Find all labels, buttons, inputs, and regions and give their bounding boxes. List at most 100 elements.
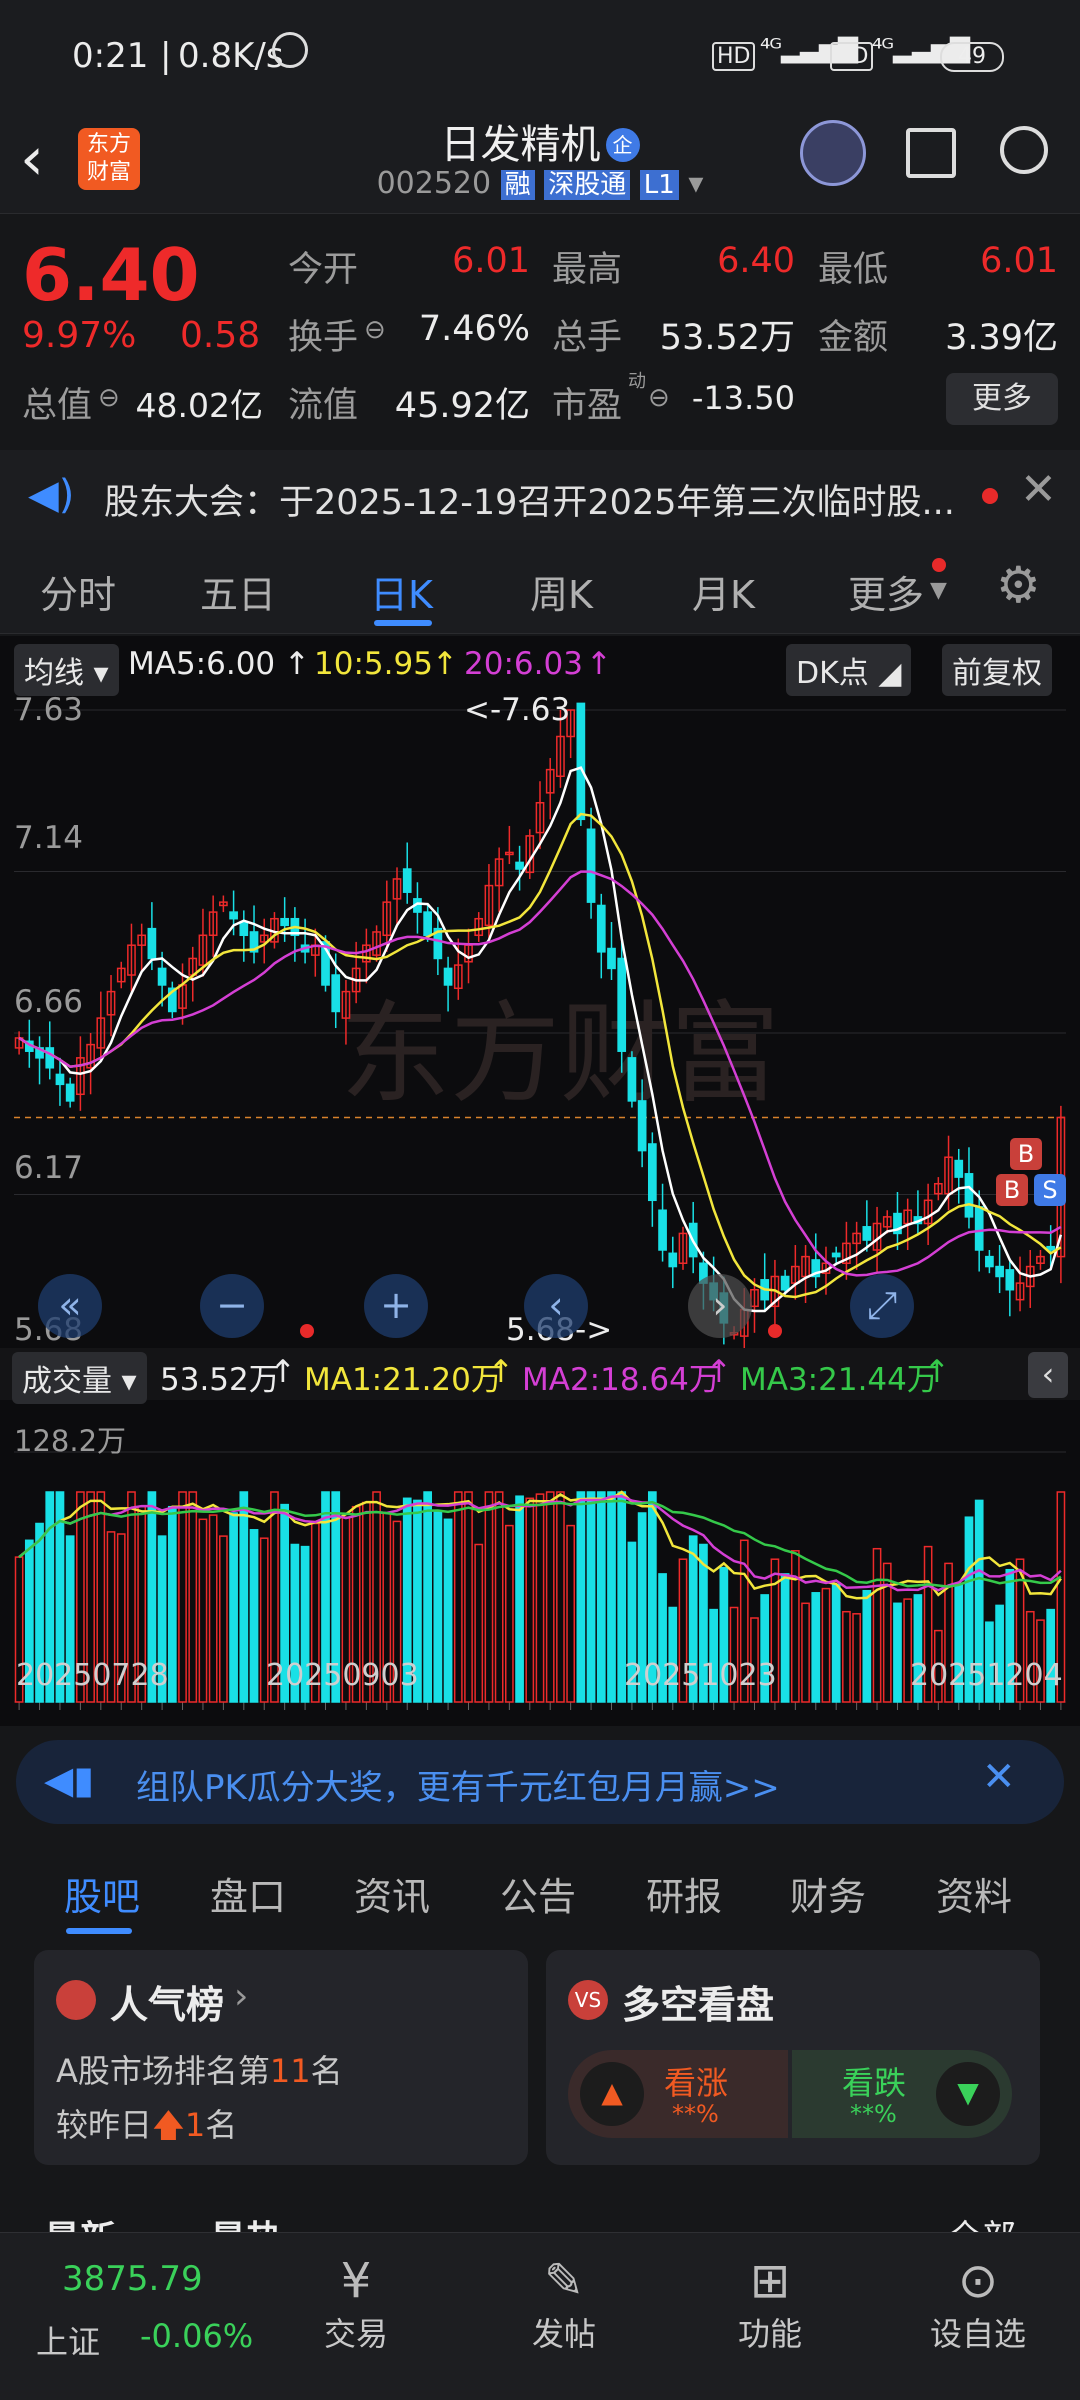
volume-bar bbox=[842, 1610, 851, 1703]
date-label-1: 20250728 bbox=[16, 1658, 169, 1693]
volume-bar bbox=[790, 1550, 800, 1703]
vs-icon: VS bbox=[568, 1980, 608, 2020]
volume-value: 53.52万 bbox=[659, 318, 795, 358]
nav-add-watchlist[interactable]: ⊙ 设自选 bbox=[908, 2253, 1048, 2355]
volume-bar bbox=[464, 1491, 473, 1703]
volume-bar bbox=[505, 1524, 514, 1703]
bear-label: 看跌 bbox=[842, 2064, 907, 2102]
candle bbox=[637, 1100, 647, 1152]
index-change[interactable]: -0.06% bbox=[140, 2317, 253, 2355]
volume-bar bbox=[852, 1613, 861, 1703]
dk-label: DK点 bbox=[796, 656, 869, 691]
volume-legend: 53.52万 bbox=[160, 1362, 280, 1398]
share-icon[interactable] bbox=[906, 128, 956, 178]
index-name[interactable]: 上证 bbox=[36, 2317, 100, 2363]
subtab-profile[interactable]: 资料 bbox=[936, 1866, 1012, 1921]
zoom-in-icon[interactable]: + bbox=[364, 1274, 428, 1338]
close-icon[interactable]: ✕ bbox=[1020, 464, 1057, 515]
tab-more[interactable]: 更多 bbox=[848, 564, 924, 619]
candle bbox=[668, 1252, 678, 1268]
price-axis-3: 6.66 bbox=[14, 984, 84, 1020]
volume-selector[interactable]: 成交量 ▾ bbox=[12, 1352, 147, 1404]
tab-monthly-k[interactable]: 月K bbox=[692, 564, 755, 619]
rank-line: A股市场排名第11名 bbox=[56, 2046, 343, 2092]
mktcap-value: 48.02亿 bbox=[135, 386, 263, 425]
ma-selector[interactable]: 均线 ▾ bbox=[14, 644, 119, 696]
scroll-right-icon[interactable]: › bbox=[688, 1274, 752, 1338]
scroll-left-fast-icon[interactable]: « bbox=[38, 1274, 102, 1338]
float-label: 流值 bbox=[288, 386, 359, 426]
stock-name: 日发精机 bbox=[440, 122, 601, 168]
bear-button[interactable]: 看跌 **% ▼ bbox=[792, 2050, 1012, 2138]
subtab-indicator bbox=[66, 1928, 132, 1934]
info-icon-3[interactable]: ⊖ bbox=[648, 383, 670, 413]
turnover-label: 换手 bbox=[288, 318, 359, 358]
adjust-button[interactable]: 前复权 bbox=[942, 644, 1052, 696]
zoom-out-icon[interactable]: − bbox=[200, 1274, 264, 1338]
settings-gear-icon[interactable]: ⚙ bbox=[996, 556, 1041, 614]
quote-panel: 6.40 9.97% 0.58 今开 6.01 最高 6.40 最低 6.01 … bbox=[0, 215, 1080, 445]
nav-post[interactable]: ✎ 发帖 bbox=[494, 2253, 634, 2355]
tab-daily-k[interactable]: 日K bbox=[370, 564, 433, 619]
nav-functions[interactable]: ⊞ 功能 bbox=[700, 2253, 840, 2355]
volume-bar bbox=[249, 1529, 259, 1703]
rank-suffix: 名 bbox=[310, 2052, 343, 2090]
candle bbox=[954, 1159, 964, 1178]
content-tabs: 股吧 盘口 资讯 公告 研报 财务 资料 bbox=[0, 1840, 1080, 1940]
sell-marker[interactable]: S bbox=[1034, 1174, 1066, 1206]
robot-assistant-icon[interactable] bbox=[800, 120, 866, 186]
subtab-research[interactable]: 研报 bbox=[646, 1866, 722, 1921]
subtab-financials[interactable]: 财务 bbox=[790, 1866, 866, 1921]
kline-chart-area[interactable]: 均线 ▾ MA5:6.00 ↑ 10:5.95 ↑ 20:6.03 ↑ DK点 … bbox=[0, 636, 1080, 1726]
low-value: 6.01 bbox=[980, 241, 1058, 281]
tab-weekly-k[interactable]: 周K bbox=[530, 564, 593, 619]
index-value[interactable]: 3875.79 bbox=[62, 2259, 203, 2299]
speaker-icon: ◀) bbox=[28, 472, 75, 518]
fullscreen-icon[interactable]: ⤢ bbox=[850, 1274, 914, 1338]
volume-bar bbox=[484, 1491, 494, 1703]
buy-marker-2[interactable]: B bbox=[996, 1174, 1028, 1206]
candle bbox=[576, 702, 586, 821]
subtab-announcements[interactable]: 公告 bbox=[500, 1866, 576, 1921]
candle bbox=[780, 1275, 790, 1291]
dropdown-icon[interactable]: ▾ bbox=[688, 166, 703, 201]
search-icon[interactable] bbox=[1000, 126, 1048, 174]
candle bbox=[423, 911, 433, 937]
tab-five-day[interactable]: 五日 bbox=[200, 564, 276, 619]
more-button[interactable]: 更多 bbox=[946, 373, 1058, 425]
dk-point-button[interactable]: DK点 ◢ bbox=[786, 644, 912, 696]
ma20-legend: 20:6.03 bbox=[464, 646, 583, 682]
nav-trade[interactable]: ¥ 交易 bbox=[286, 2253, 426, 2355]
scroll-left-icon[interactable]: ‹ bbox=[524, 1274, 588, 1338]
candle bbox=[239, 921, 249, 937]
info-icon[interactable]: ⊖ bbox=[364, 315, 386, 345]
promo-banner[interactable]: ◀▮ 组队PK瓜分大奖，更有千元红包月月赢>> ✕ bbox=[16, 1740, 1064, 1824]
volume-bar bbox=[433, 1510, 443, 1703]
vma1-legend: MA1:21.20万 bbox=[304, 1362, 502, 1398]
rank-prefix: A股市场排名第 bbox=[56, 2052, 270, 2090]
volume-scale: 128.2万 bbox=[14, 1424, 127, 1458]
volume-bar bbox=[811, 1592, 821, 1703]
volume-bar bbox=[178, 1491, 187, 1703]
popularity-card[interactable]: 人气榜 › A股市场排名第11名 较昨日🡅1名 bbox=[34, 1950, 528, 2165]
bull-button[interactable]: ▲ 看涨 **% bbox=[568, 2050, 788, 2138]
tab-intraday[interactable]: 分时 bbox=[40, 564, 116, 619]
candle bbox=[1005, 1269, 1015, 1291]
subtab-orderbook[interactable]: 盘口 bbox=[210, 1866, 286, 1921]
notice-bar[interactable]: ◀) 股东大会：于2025-12-19召开2025年第三次临时股... ✕ bbox=[0, 450, 1080, 540]
volume-bar bbox=[188, 1491, 198, 1703]
volume-bar bbox=[893, 1602, 902, 1703]
promo-close-icon[interactable]: ✕ bbox=[982, 1754, 1016, 1800]
volume-label: 总手 bbox=[552, 318, 623, 358]
collapse-icon[interactable]: ‹ bbox=[1028, 1352, 1068, 1398]
subtab-news[interactable]: 资讯 bbox=[354, 1866, 430, 1921]
candle bbox=[862, 1226, 872, 1241]
volume-bar bbox=[780, 1573, 790, 1703]
info-icon-2[interactable]: ⊖ bbox=[98, 383, 120, 413]
pe-label: 市盈 bbox=[552, 386, 623, 426]
status-separator: | bbox=[160, 36, 172, 76]
volume-bar bbox=[525, 1497, 535, 1703]
megaphone-icon: ◀▮ bbox=[44, 1758, 95, 1802]
subtab-forum[interactable]: 股吧 bbox=[64, 1866, 140, 1921]
buy-marker[interactable]: B bbox=[1010, 1138, 1042, 1170]
